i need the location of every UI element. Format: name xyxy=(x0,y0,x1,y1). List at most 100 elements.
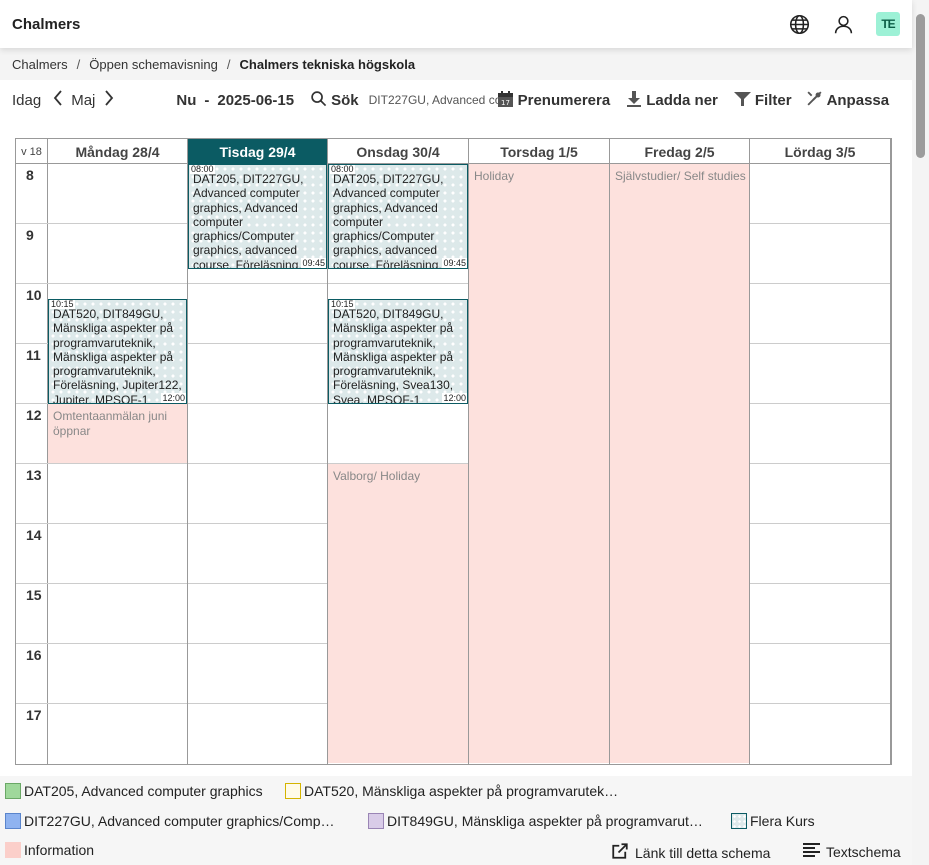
download-button[interactable]: Ladda ner xyxy=(626,90,718,111)
info-block-text: Självstudier/ Self studies xyxy=(615,169,746,183)
external-link-icon xyxy=(611,842,629,863)
info-block[interactable]: Omtentaanmälan juni öppnar xyxy=(48,404,187,463)
search-box[interactable]: Sök xyxy=(310,90,499,110)
event-start-time: 08:00 xyxy=(330,164,355,174)
next-icon[interactable] xyxy=(104,89,114,111)
event-start-time: 10:15 xyxy=(50,299,75,309)
event-block[interactable]: DAT205, DIT227GU, Advanced computer grap… xyxy=(188,164,327,269)
day-header[interactable]: Onsdag 30/4 xyxy=(328,139,469,164)
event-block[interactable]: DAT205, DIT227GU, Advanced computer grap… xyxy=(328,164,468,269)
legend-item[interactable]: DIT849GU, Mänskliga aspekter på programv… xyxy=(368,813,703,829)
hour-label: 13 xyxy=(26,467,42,483)
month-label: Maj xyxy=(71,91,96,109)
day-header[interactable]: Tisdag 29/4 xyxy=(188,139,328,164)
legend-swatch xyxy=(5,842,21,858)
info-block[interactable]: Holiday xyxy=(469,164,609,763)
hour-label: 14 xyxy=(26,527,42,543)
legend-item[interactable]: Information xyxy=(5,842,94,858)
now-label: Nu xyxy=(176,91,197,109)
legend-swatch xyxy=(368,813,384,829)
filter-button[interactable]: Filter xyxy=(733,91,792,110)
search-input[interactable] xyxy=(368,93,499,107)
event-block[interactable]: DAT520, DIT849GU, Mänskliga aspekter på … xyxy=(48,299,187,404)
prev-icon[interactable] xyxy=(53,89,63,111)
download-label: Ladda ner xyxy=(646,91,718,109)
text-list-icon xyxy=(803,842,820,862)
link-to-schedule[interactable]: Länk till detta schema xyxy=(611,842,770,863)
info-block-text: Valborg/ Holiday xyxy=(333,469,421,483)
breadcrumb-separator: / xyxy=(226,56,231,72)
info-block[interactable]: Valborg/ Holiday xyxy=(328,464,468,763)
breadcrumb: Chalmers / Öppen schemavisning / Chalmer… xyxy=(0,48,912,80)
customize-label: Anpassa xyxy=(826,91,890,109)
event-end-time: 09:45 xyxy=(442,258,467,268)
event-text: DAT520, DIT849GU, Mänskliga aspekter på … xyxy=(53,307,182,404)
text-schedule-label: Textschema xyxy=(826,844,901,860)
breadcrumb-item-current: Chalmers tekniska högskola xyxy=(239,56,416,72)
today-button[interactable]: Idag xyxy=(12,92,41,109)
event-text: DAT205, DIT227GU, Advanced computer grap… xyxy=(193,172,304,269)
user-icon[interactable] xyxy=(832,13,854,35)
breadcrumb-item-chalmers[interactable]: Chalmers xyxy=(12,57,68,72)
scrollbar[interactable] xyxy=(912,0,929,865)
filter-icon xyxy=(733,91,751,110)
event-start-time: 08:00 xyxy=(190,164,215,174)
day-header[interactable]: Torsdag 1/5 xyxy=(469,139,610,164)
scrollbar-thumb[interactable] xyxy=(916,14,925,158)
event-end-time: 09:45 xyxy=(301,258,326,268)
legend-item[interactable]: DAT520, Mänskliga aspekter på programvar… xyxy=(285,783,618,799)
time-gutter: 8 9 10 11 12 13 14 15 16 17 xyxy=(16,164,48,765)
legend-swatch xyxy=(5,813,21,829)
now-date[interactable]: Nu - 2025-06-15 xyxy=(176,92,294,109)
event-text: DAT205, DIT227GU, Advanced computer grap… xyxy=(333,172,444,269)
legend-item[interactable]: Flera Kurs xyxy=(731,813,815,829)
customize-button[interactable]: Anpassa xyxy=(806,90,890,110)
te-logo[interactable]: TE xyxy=(876,12,900,36)
legend-swatch xyxy=(731,813,747,829)
calendar-icon: 17 xyxy=(497,90,514,111)
legend-label: DAT520, Mänskliga aspekter på programvar… xyxy=(304,783,619,799)
search-label: Sök xyxy=(331,91,359,109)
event-end-time: 12:00 xyxy=(161,393,186,403)
event-text: DAT520, DIT849GU, Mänskliga aspekter på … xyxy=(333,307,454,404)
filter-label: Filter xyxy=(754,91,792,109)
day-column[interactable] xyxy=(750,164,891,765)
hour-label: 16 xyxy=(26,647,42,663)
week-number: v 18 xyxy=(16,139,48,164)
current-date: 2025-06-15 xyxy=(217,91,295,109)
info-block-text: Holiday xyxy=(474,169,515,183)
hour-label: 15 xyxy=(26,587,42,603)
week-calendar: v 18 Måndag 28/4 Tisdag 29/4 Onsdag 30/4 To… xyxy=(15,138,892,765)
event-start-time: 10:15 xyxy=(330,299,355,309)
link-to-schedule-label: Länk till detta schema xyxy=(635,844,771,861)
hour-label: 9 xyxy=(26,227,34,243)
tools-icon xyxy=(806,90,823,110)
download-icon xyxy=(626,90,642,111)
hour-label: 10 xyxy=(26,287,42,303)
globe-icon[interactable] xyxy=(788,13,810,35)
day-header[interactable]: Fredag 2/5 xyxy=(610,139,750,164)
event-block[interactable]: DAT520, DIT849GU, Mänskliga aspekter på … xyxy=(328,299,468,404)
day-column[interactable] xyxy=(48,164,188,765)
hour-label: 11 xyxy=(26,347,41,363)
subscribe-label: Prenumerera xyxy=(517,91,611,109)
legend-item[interactable]: DAT205, Advanced computer graphics xyxy=(5,783,263,799)
toolbar: Idag Maj Nu - 2025-06-15 Sök 17 Prenumer… xyxy=(0,80,912,120)
legend-swatch xyxy=(285,783,301,799)
day-header[interactable]: Lördag 3/5 xyxy=(750,139,891,164)
legend-item[interactable]: DIT227GU, Advanced computer graphics/Com… xyxy=(5,813,334,829)
subscribe-button[interactable]: 17 Prenumerera xyxy=(497,90,611,111)
breadcrumb-item-open-schedule[interactable]: Öppen schemavisning xyxy=(89,57,218,72)
event-end-time: 12:00 xyxy=(442,393,467,403)
search-icon xyxy=(310,90,327,110)
hour-label: 8 xyxy=(26,167,34,183)
text-schedule-link[interactable]: Textschema xyxy=(803,842,901,862)
day-header[interactable]: Måndag 28/4 xyxy=(48,139,188,164)
info-block[interactable]: Självstudier/ Self studies xyxy=(610,164,749,763)
top-bar: Chalmers TE xyxy=(0,0,912,48)
legend-label: Flera Kurs xyxy=(750,813,815,829)
hour-label: 17 xyxy=(26,707,42,723)
svg-text:17: 17 xyxy=(501,99,510,107)
legend: DAT205, Advanced computer graphics DAT520… xyxy=(0,776,912,865)
app-title[interactable]: Chalmers xyxy=(12,16,80,33)
